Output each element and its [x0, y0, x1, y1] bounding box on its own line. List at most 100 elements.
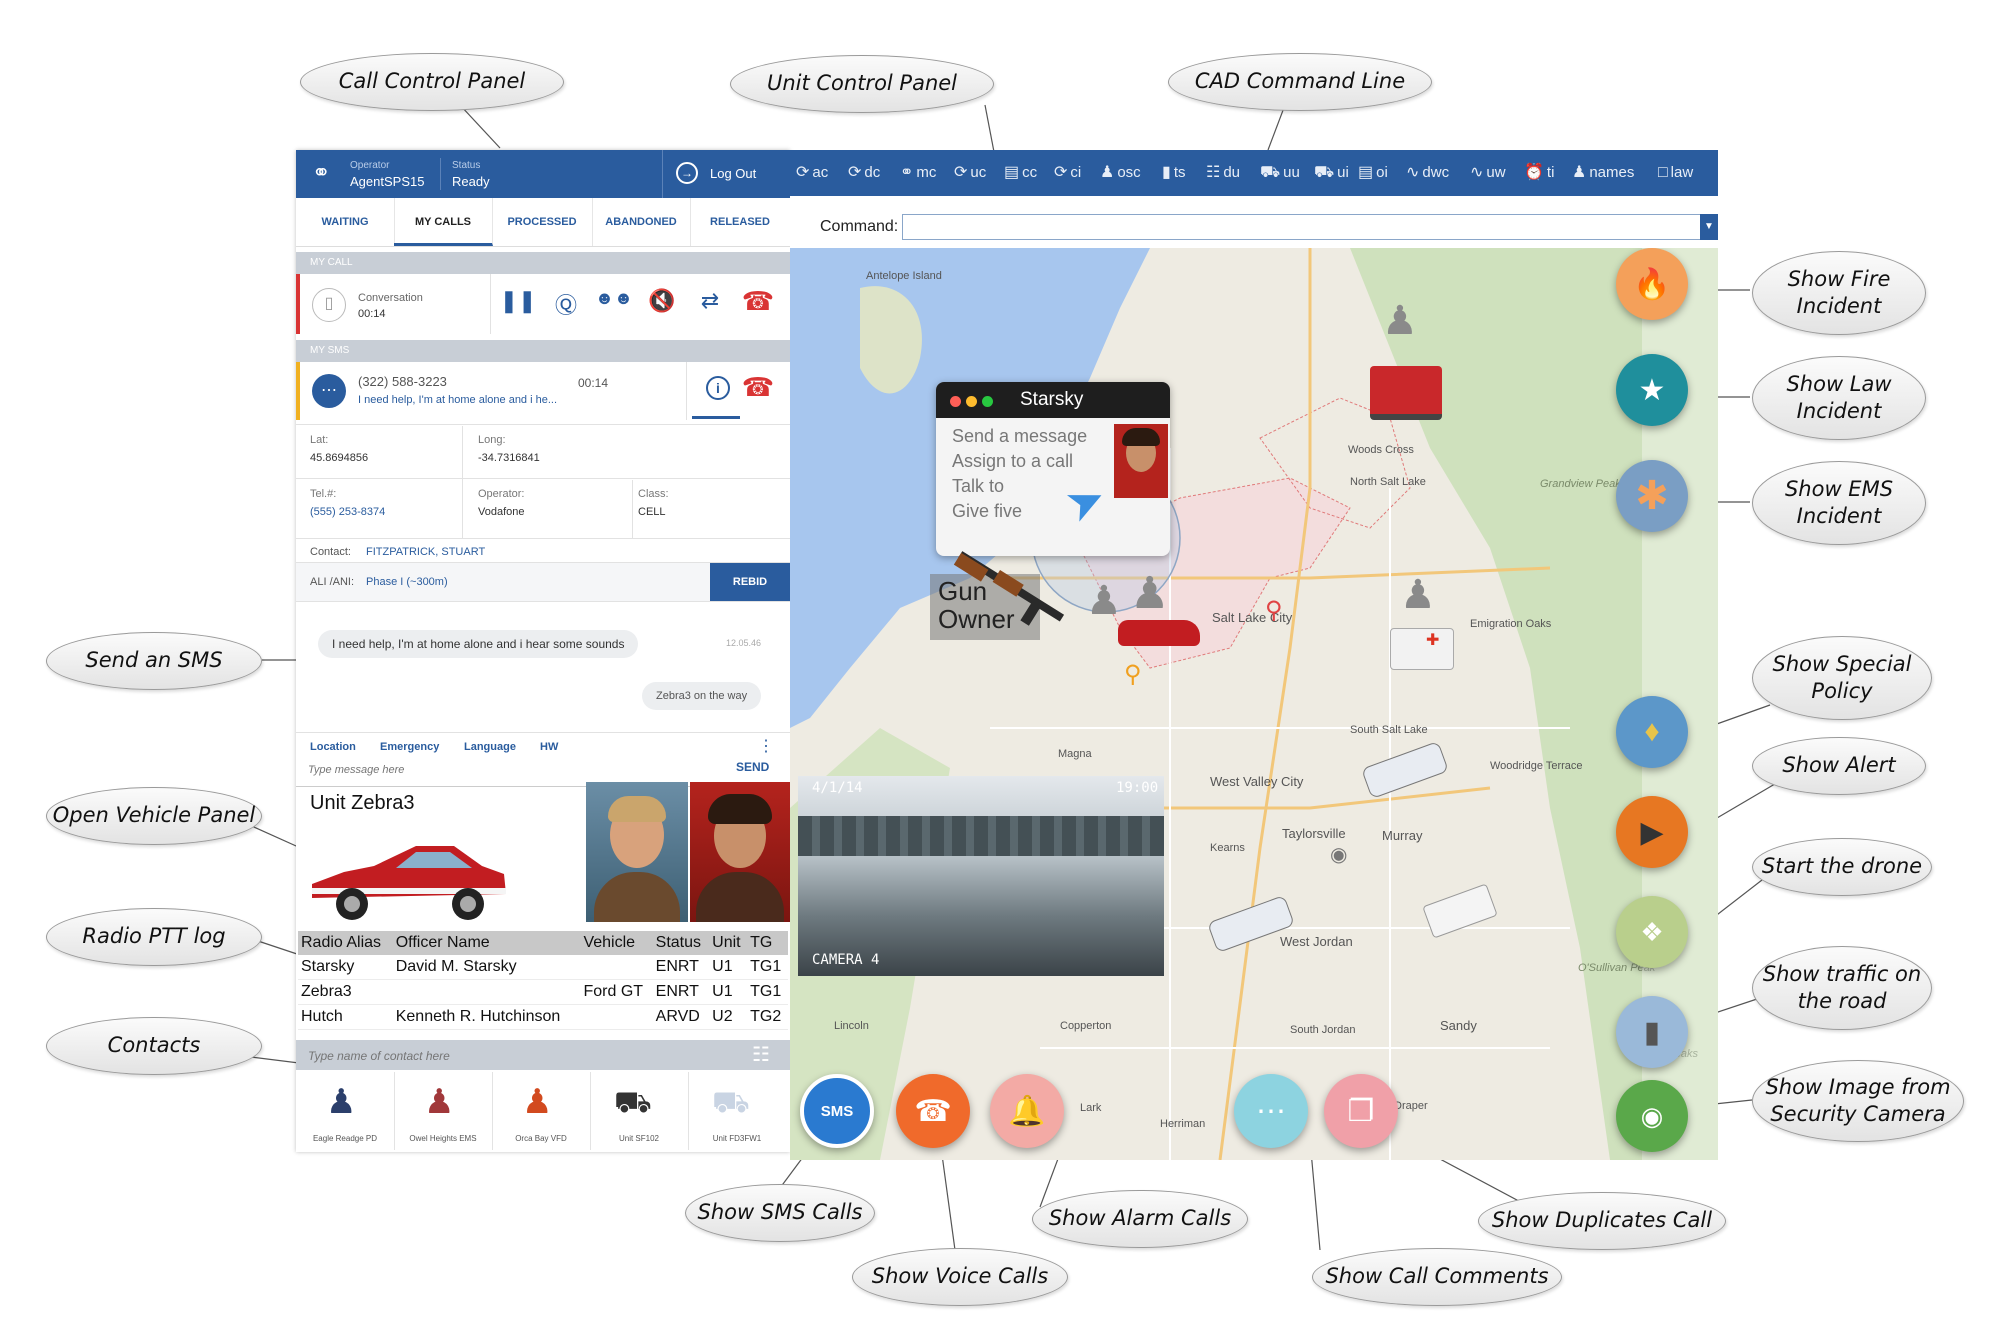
callout-show-call-comments: Show Call Comments: [1312, 1248, 1562, 1306]
police-officer-icon[interactable]: ♟: [1130, 568, 1169, 619]
logout-button[interactable]: → Log Out: [676, 162, 776, 186]
cctv-camera-icon: ◉: [1640, 1100, 1664, 1131]
toolbar-item-ts[interactable]: ▮ ts: [1162, 150, 1185, 196]
toolbar-item-mc[interactable]: ⚭ mc: [900, 150, 936, 196]
contact-ems[interactable]: ♟ Owel Heights EMS: [394, 1072, 493, 1150]
headset-icon: ⚭: [312, 160, 331, 185]
popup-action-give-five[interactable]: Give five: [952, 501, 1022, 522]
security-camera-icon[interactable]: ◉: [1330, 842, 1347, 867]
toolbar-item-uc[interactable]: ⟳ uc: [954, 150, 986, 196]
show-special-policy-button[interactable]: ♦: [1616, 696, 1688, 768]
zoom-dot-icon[interactable]: [982, 396, 993, 407]
tab-processed[interactable]: PROCESSED: [492, 198, 593, 246]
toolbar-item-names[interactable]: ♟ names: [1572, 150, 1634, 196]
command-dropdown-button[interactable]: ▼: [1700, 214, 1718, 240]
conference-icon[interactable]: ☻☻: [592, 288, 636, 309]
composer-tab-emergency[interactable]: Emergency: [380, 734, 439, 760]
popup-action-talk-to[interactable]: Talk to: [952, 476, 1004, 497]
show-ems-incident-button[interactable]: ✱: [1616, 460, 1688, 532]
toolbar-item-dwc[interactable]: ∿ dwc: [1406, 150, 1449, 196]
officer-photo-hutch: [586, 782, 688, 922]
park-icon[interactable]: Ⓠ: [544, 288, 588, 320]
tab-released[interactable]: RELEASED: [690, 198, 790, 246]
toolbar-item-law[interactable]: □ law: [1658, 150, 1693, 196]
sms-hangup-icon[interactable]: ☎: [736, 372, 780, 403]
tab-waiting[interactable]: WAITING: [296, 198, 395, 246]
logout-label: Log Out: [710, 166, 757, 181]
show-fire-incident-button[interactable]: 🔥: [1616, 248, 1688, 320]
map-label: Murray: [1382, 828, 1423, 843]
popup-action-send-message[interactable]: Send a message: [952, 426, 1087, 447]
fire-truck-unit[interactable]: [1370, 366, 1442, 420]
hangup-icon[interactable]: ☎: [736, 286, 780, 317]
toolbar-item-uu[interactable]: ⛟ uu: [1260, 150, 1300, 196]
map-terrain: [790, 248, 1718, 1160]
unit-vehicle-car[interactable]: [304, 832, 510, 926]
contact-search-bar[interactable]: ☷: [296, 1040, 790, 1070]
show-duplicates-call-button[interactable]: ❐: [1324, 1074, 1398, 1148]
toolbar-item-osc[interactable]: ♟ osc: [1100, 150, 1141, 196]
tab-abandoned[interactable]: ABANDONED: [592, 198, 691, 246]
toolbar-item-ti[interactable]: ⏰ ti: [1524, 150, 1554, 196]
unit-car-zebra3[interactable]: [1118, 620, 1200, 646]
close-dot-icon[interactable]: [950, 396, 961, 407]
info-icon[interactable]: i: [706, 376, 730, 400]
show-law-incident-button[interactable]: ★: [1616, 354, 1688, 426]
tab-my-calls[interactable]: MY CALLS: [394, 198, 493, 246]
toolbar-item-ui[interactable]: ⛟ ui: [1314, 150, 1349, 196]
minimize-dot-icon[interactable]: [966, 396, 977, 407]
show-voice-calls-button[interactable]: ☎: [896, 1074, 970, 1148]
contact-fire[interactable]: ♟ Orca Bay VFD: [492, 1072, 591, 1150]
police-officer-icon[interactable]: ♟: [1382, 298, 1418, 344]
show-alarm-calls-button[interactable]: 🔔: [990, 1074, 1064, 1148]
caller-location-icon[interactable]: ⚲: [1124, 660, 1142, 689]
composer-tab-language[interactable]: Language: [464, 734, 516, 760]
start-drone-button[interactable]: ❖: [1616, 896, 1688, 968]
contact-search-input[interactable]: [306, 1044, 710, 1068]
more-icon[interactable]: ⋮: [758, 734, 774, 760]
toolbar-item-du[interactable]: ☷ du: [1206, 150, 1240, 196]
incident-marker-icon[interactable]: ⚲: [1265, 596, 1283, 625]
map-label: Woodridge Terrace: [1490, 760, 1583, 772]
show-call-comments-button[interactable]: ⋯: [1234, 1074, 1308, 1148]
toolbar-item-ci[interactable]: ⟳ ci: [1054, 150, 1081, 196]
rebid-button[interactable]: REBID: [710, 563, 790, 601]
mute-icon[interactable]: 🔇: [640, 288, 684, 314]
send-button[interactable]: SEND: [736, 760, 769, 774]
hold-icon[interactable]: ❚❚: [496, 288, 540, 314]
toolbar-item-ac[interactable]: ⟳ ac: [796, 150, 828, 196]
contact-unit-sf102[interactable]: ⛟ Unit SF102: [590, 1072, 689, 1150]
security-camera-feed[interactable]: 4/1/14 19:00 CAMERA 4: [798, 776, 1164, 976]
police-officer-icon[interactable]: ♟: [1086, 578, 1122, 624]
composer-tab-hw[interactable]: HW: [540, 734, 558, 760]
incident-map[interactable]: Antelope Island Woods Cross North Salt L…: [790, 248, 1718, 1160]
popup-action-assign-call[interactable]: Assign to a call: [952, 451, 1073, 472]
my-call-row[interactable]: ▯ Conversation 00:14 ❚❚ Ⓠ ☻☻ 🔇 ⇄ ☎: [296, 274, 790, 334]
callout-send-sms: Send an SMS: [46, 632, 262, 690]
table-row[interactable]: Starsky David M. Starsky ENRT U1 TG1: [298, 955, 788, 980]
show-sms-calls-button[interactable]: SMS: [800, 1074, 874, 1148]
keypad-icon[interactable]: ☷: [752, 1042, 770, 1067]
table-row[interactable]: Zebra3 Ford GT ENRT U1 TG1: [298, 979, 788, 1005]
toolbar-item-dc[interactable]: ⟳ dc: [848, 150, 880, 196]
message-input[interactable]: [306, 758, 700, 782]
contact-unit-fd3fw1[interactable]: ⛟ Unit FD3FW1: [688, 1072, 786, 1150]
toolbar-item-cc[interactable]: ▤ cc: [1004, 150, 1037, 196]
tel-value[interactable]: (555) 253-8374: [310, 506, 385, 518]
ambulance-unit[interactable]: [1390, 628, 1454, 670]
map-label: Magna: [1058, 748, 1092, 760]
composer-tab-location[interactable]: Location: [310, 734, 356, 760]
command-input[interactable]: [902, 214, 1702, 240]
toolbar-item-oi[interactable]: ▤ oi: [1358, 150, 1388, 196]
contact-label: Eagle Readge PD: [312, 1134, 378, 1143]
toolbar-item-uw[interactable]: ∿ uw: [1470, 150, 1506, 196]
transfer-icon[interactable]: ⇄: [688, 288, 732, 314]
callout-show-image-camera: Show Image from Security Camera: [1752, 1060, 1964, 1142]
show-security-camera-button[interactable]: ◉: [1616, 1080, 1688, 1152]
table-row[interactable]: Hutch Kenneth R. Hutchinson ARVD U2 TG2: [298, 1004, 788, 1030]
police-officer-icon[interactable]: ♟: [1400, 572, 1436, 618]
contact-police[interactable]: ♟ Eagle Readge PD: [296, 1072, 395, 1150]
show-traffic-button[interactable]: ▮: [1616, 996, 1688, 1068]
my-sms-row[interactable]: ⋯ (322) 588-3223 00:14 I need help, I'm …: [296, 362, 790, 420]
show-alert-button[interactable]: ▶: [1616, 796, 1688, 868]
